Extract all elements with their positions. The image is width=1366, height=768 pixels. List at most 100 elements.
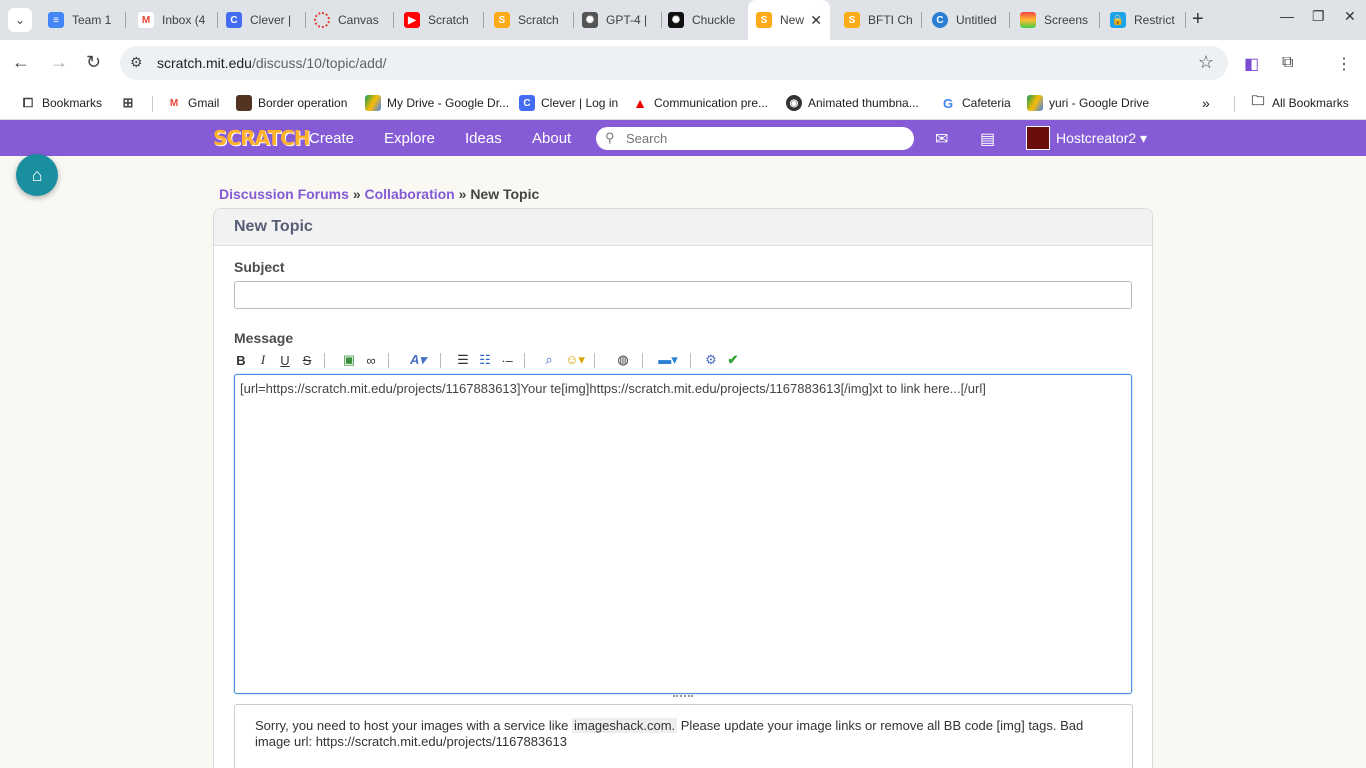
tab[interactable]: S Scratch: [486, 6, 574, 34]
error-message: Sorry, you need to host your images with…: [234, 704, 1133, 768]
scratch-logo[interactable]: SCRATCH: [213, 126, 310, 150]
nav-explore[interactable]: Explore: [384, 130, 435, 147]
tab[interactable]: ✺ GPT-4 |: [574, 6, 662, 34]
bullet-list-icon[interactable]: ☰: [454, 351, 472, 369]
bookmark-item[interactable]: ⊞: [120, 93, 142, 113]
nav-ideas[interactable]: Ideas: [465, 130, 502, 147]
tab-title: Scratch: [518, 13, 559, 27]
google-icon: G: [942, 95, 954, 111]
address-bar[interactable]: ⚙ scratch.mit.edu/discuss/10/topic/add/ …: [120, 46, 1228, 80]
site-search[interactable]: ⚲: [596, 127, 914, 150]
image-icon: [236, 95, 252, 111]
tab-search-button[interactable]: ⌄: [8, 8, 32, 32]
tab[interactable]: Canvas: [306, 6, 394, 34]
underline-icon[interactable]: U: [276, 351, 294, 369]
extensions-icon[interactable]: ⧉: [1282, 54, 1293, 72]
canva-icon: C: [932, 12, 948, 28]
bookmark-label: My Drive - Google Dr...: [387, 96, 510, 110]
extension-puzzle-icon[interactable]: ◧: [1244, 54, 1259, 74]
font-color-icon[interactable]: A▾: [404, 351, 432, 369]
bookmark-item[interactable]: ▲ Communication pre...: [632, 93, 768, 113]
toolbar-divider: [524, 353, 525, 368]
breadcrumb-category[interactable]: Collaboration: [365, 186, 455, 202]
all-bookmarks[interactable]: 🗀 All Bookmarks: [1250, 93, 1348, 113]
tab-title: Clever |: [250, 13, 292, 27]
clean-formatting-icon[interactable]: ⚙: [702, 351, 720, 369]
search-input[interactable]: [626, 129, 896, 148]
tab-title: GPT-4 |: [606, 13, 648, 27]
new-tab-button[interactable]: +: [1192, 8, 1204, 30]
tab[interactable]: ▶ Scratch: [396, 6, 484, 34]
tab[interactable]: C Clever |: [218, 6, 306, 34]
message-textarea[interactable]: [url=https://scratch.mit.edu/projects/11…: [234, 374, 1132, 694]
close-icon[interactable]: ✕: [810, 12, 822, 29]
browser-toolbar: ← → ↻ ⚙ scratch.mit.edu/discuss/10/topic…: [0, 40, 1366, 86]
nav-create[interactable]: Create: [309, 130, 354, 147]
tab-active[interactable]: S New ✕: [748, 0, 830, 40]
smiley-icon[interactable]: ☺▾: [562, 351, 588, 369]
more-menu-icon[interactable]: ⋮: [1336, 54, 1352, 74]
link-icon[interactable]: ∞: [362, 351, 380, 369]
bookmark-label: yuri - Google Drive: [1049, 96, 1150, 110]
gmail-icon: M: [169, 97, 179, 109]
resize-grip[interactable]: [673, 695, 693, 699]
tab[interactable]: S BFTI Ch: [836, 6, 922, 34]
bookmark-item[interactable]: My Drive - Google Dr...: [365, 93, 509, 113]
tab-title: Team 1: [72, 13, 112, 27]
globe-icon[interactable]: ◍: [614, 351, 632, 369]
minimize-icon[interactable]: —: [1280, 8, 1294, 24]
youtube-icon: ▶: [404, 12, 420, 28]
breadcrumb-separator: »: [352, 186, 361, 202]
bookmark-item[interactable]: yuri - Google Drive: [1027, 93, 1149, 113]
tab[interactable]: 🔒 Restrict: [1102, 6, 1186, 34]
bookmark-label: Cafeteria: [962, 96, 1011, 110]
accessibility-helper-icon[interactable]: ⌂: [16, 154, 58, 196]
avatar[interactable]: [1026, 126, 1050, 150]
tab[interactable]: Screens: [1012, 6, 1100, 34]
folder-icon: 🗀: [1251, 93, 1265, 108]
bookmark-item[interactable]: ⧠ Bookmarks: [20, 93, 102, 113]
page-content: SCRATCH Create Explore Ideas About ⚲ ✉ ▤…: [0, 120, 1366, 768]
forward-icon[interactable]: →: [50, 52, 68, 72]
check-icon[interactable]: ✔: [724, 351, 742, 369]
tab[interactable]: C Untitled: [924, 6, 1010, 34]
url-text: scratch.mit.edu/discuss/10/topic/add/: [157, 55, 387, 71]
close-window-icon[interactable]: ✕: [1344, 8, 1356, 25]
globe-icon: ◉: [786, 95, 802, 111]
tab-title: Screens: [1044, 13, 1089, 27]
reload-icon[interactable]: ↻: [86, 52, 101, 72]
back-icon[interactable]: ←: [12, 52, 30, 72]
scratch-navbar: SCRATCH Create Explore Ideas About ⚲ ✉ ▤…: [0, 120, 1366, 156]
bookmark-item[interactable]: Border operation: [236, 93, 347, 113]
bookmark-divider: [152, 96, 153, 112]
username[interactable]: Hostcreator2 ▾: [1056, 130, 1147, 147]
messages-icon[interactable]: ✉: [935, 129, 948, 149]
tab[interactable]: ✺ Chuckle: [660, 6, 748, 34]
breadcrumb-forums[interactable]: Discussion Forums: [219, 186, 349, 202]
code-icon[interactable]: ⌕: [540, 351, 558, 369]
bookmark-item[interactable]: M Gmail: [166, 93, 220, 113]
bookmark-star-icon[interactable]: ☆: [1198, 52, 1214, 73]
more-bookmarks-icon[interactable]: »: [1202, 93, 1210, 113]
toolbar-divider: [388, 353, 389, 368]
bold-icon[interactable]: B: [232, 351, 250, 369]
tab[interactable]: M Inbox (4: [130, 6, 218, 34]
list-item-icon[interactable]: ·–: [498, 351, 516, 369]
toolbar-divider: [324, 353, 325, 368]
bookmark-item[interactable]: G Cafeteria: [940, 93, 1011, 113]
numbered-list-icon[interactable]: ☷: [476, 351, 494, 369]
strikethrough-icon[interactable]: S: [298, 351, 316, 369]
tab-title: Inbox (4: [162, 13, 206, 27]
restore-icon[interactable]: ❐: [1312, 8, 1325, 25]
image-icon[interactable]: ▣: [340, 351, 358, 369]
tab[interactable]: ≡ Team 1: [40, 6, 126, 34]
italic-icon[interactable]: I: [254, 351, 272, 369]
scratchblocks-icon[interactable]: ▬▾: [654, 351, 682, 369]
my-stuff-icon[interactable]: ▤: [980, 129, 995, 149]
site-info-icon[interactable]: ⚙: [130, 54, 143, 71]
bookmark-item[interactable]: C Clever | Log in: [519, 93, 618, 113]
nav-about[interactable]: About: [532, 130, 571, 147]
bookmark-item[interactable]: ◉ Animated thumbna...: [786, 93, 919, 113]
subject-input[interactable]: [234, 281, 1132, 309]
new-topic-box: New Topic Subject Message B I U S ▣ ∞ A▾…: [213, 208, 1153, 768]
